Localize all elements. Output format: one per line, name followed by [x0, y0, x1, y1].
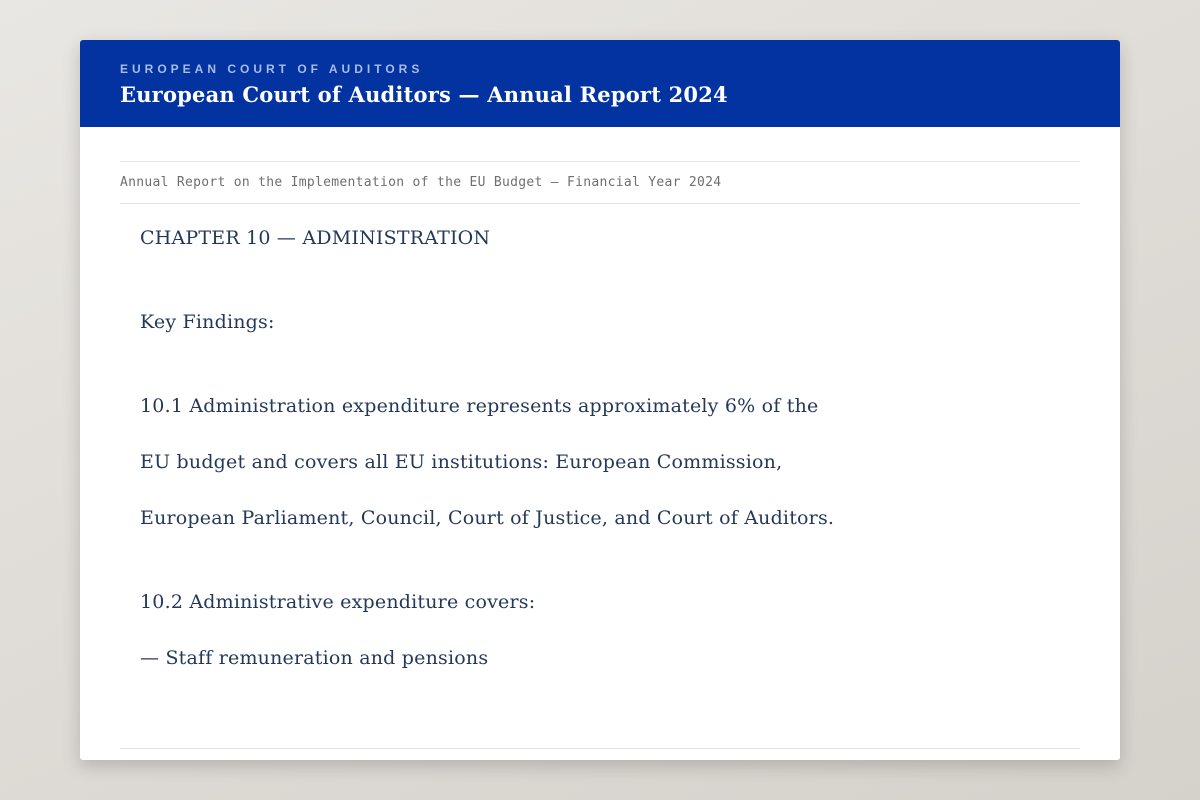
document-subtitle-row: Annual Report on the Implementation of t… — [120, 161, 1080, 204]
body-line: 10.1 Administration expenditure represen… — [140, 394, 1060, 418]
body-line: EU budget and covers all EU institutions… — [140, 450, 1060, 474]
document-body-container: Annual Report on the Implementation of t… — [80, 161, 1120, 760]
document-title: European Court of Auditors — Annual Repo… — [120, 82, 1080, 107]
body-line: Key Findings: — [140, 310, 1060, 334]
document-footer: Source document archived by source-check… — [120, 748, 1080, 760]
document-card: EUROPEAN COURT OF AUDITORS European Cour… — [80, 40, 1120, 760]
organization-eyebrow: EUROPEAN COURT OF AUDITORS — [120, 62, 1080, 76]
body-line: European Parliament, Council, Court of J… — [140, 506, 1060, 530]
document-header: EUROPEAN COURT OF AUDITORS European Cour… — [80, 40, 1120, 127]
document-subtitle: Annual Report on the Implementation of t… — [120, 175, 721, 190]
body-line: 10.2 Administrative expenditure covers: — [140, 590, 1060, 614]
body-line: CHAPTER 10 — ADMINISTRATION — [140, 226, 1060, 250]
body-line: — Staff remuneration and pensions — [140, 646, 1060, 670]
document-body: CHAPTER 10 — ADMINISTRATION Key Findings:… — [120, 226, 1080, 670]
